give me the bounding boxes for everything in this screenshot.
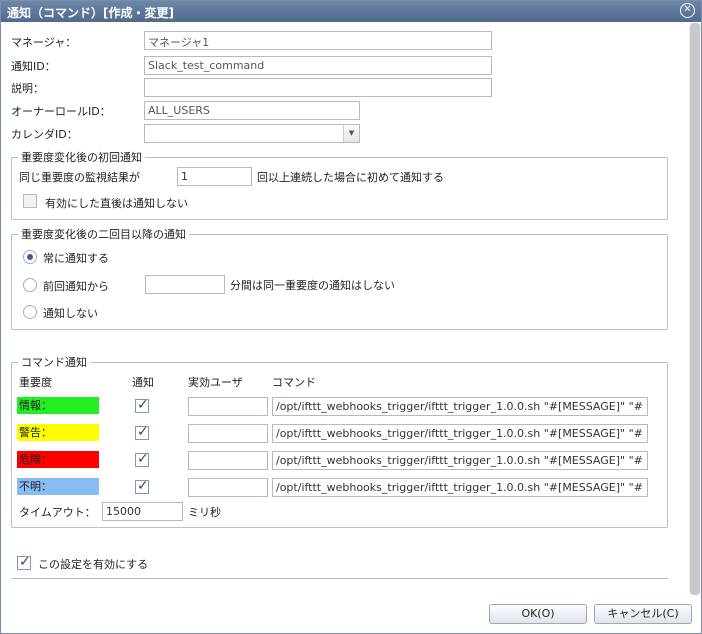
user-header: 実効ユーザ <box>188 376 243 389</box>
severity-info: 情報： <box>17 397 99 414</box>
command-info-input[interactable]: /opt/ifttt_webhooks_trigger/ifttt_trigge… <box>272 397 648 416</box>
no-notify-after-enable-label: 有効にした直後は通知しない <box>45 197 188 210</box>
notify-id-field: Slack_test_command <box>144 56 492 75</box>
notify-unknown-checkbox[interactable]: ✓ <box>135 478 149 494</box>
command-critical-input[interactable]: /opt/ifttt_webhooks_trigger/ifttt_trigge… <box>272 451 648 470</box>
divider <box>11 578 668 579</box>
severity-warning: 警告： <box>17 424 99 441</box>
manager-label: マネージャ： <box>11 36 77 49</box>
no-notify-after-enable-checkbox[interactable] <box>23 194 37 208</box>
notify-info-checkbox[interactable]: ✓ <box>135 397 149 413</box>
checkmark-icon: ✓ <box>137 451 149 467</box>
command-unknown-input[interactable]: /opt/ifttt_webhooks_trigger/ifttt_trigge… <box>272 478 648 497</box>
description-input[interactable] <box>144 78 492 97</box>
checkmark-icon: ✓ <box>19 554 31 570</box>
always-notify-label: 常に通知する <box>43 252 109 265</box>
always-notify-radio[interactable] <box>23 250 37 264</box>
notify-command-dialog: 通知（コマンド）[作成・変更] ✕ マネージャ： マネージャ1 通知ID： Sl… <box>0 0 702 634</box>
notify-header: 通知 <box>132 376 154 389</box>
minutes-suffix-label: 分間は同一重要度の通知はしない <box>230 279 395 292</box>
checkmark-icon: ✓ <box>137 424 149 440</box>
second-notify-legend: 重要度変化後の二回目以降の通知 <box>21 228 186 241</box>
count-input[interactable]: 1 <box>177 167 252 186</box>
chevron-down-icon[interactable]: ▼ <box>343 125 359 142</box>
notify-id-label: 通知ID： <box>11 60 56 73</box>
since-last-radio[interactable] <box>23 278 37 292</box>
user-critical-input[interactable] <box>188 451 268 470</box>
user-unknown-input[interactable] <box>188 478 268 497</box>
user-info-input[interactable] <box>188 397 268 416</box>
manager-field: マネージャ1 <box>144 31 492 50</box>
title-bar: 通知（コマンド）[作成・変更] ✕ <box>1 1 701 22</box>
since-last-label: 前回通知から <box>43 280 109 293</box>
command-notify-legend: コマンド通知 <box>21 356 87 369</box>
cancel-button[interactable]: キャンセル(C) <box>594 604 692 624</box>
owner-role-label: オーナーロールID： <box>11 105 111 118</box>
enable-label: この設定を有効にする <box>38 558 149 571</box>
description-label: 説明： <box>11 82 44 95</box>
notify-critical-checkbox[interactable]: ✓ <box>135 451 149 467</box>
command-header: コマンド <box>272 376 316 389</box>
window-title: 通知（コマンド）[作成・変更] <box>7 6 174 20</box>
calendar-select[interactable]: ▼ <box>144 124 360 143</box>
scrollbar-thumb[interactable] <box>690 23 700 595</box>
timeout-unit-label: ミリ秒 <box>188 506 221 519</box>
never-notify-radio[interactable] <box>23 305 37 319</box>
command-warning-input[interactable]: /opt/ifttt_webhooks_trigger/ifttt_trigge… <box>272 424 648 443</box>
enable-checkbox[interactable]: ✓ <box>17 554 31 570</box>
calendar-label: カレンダID： <box>11 128 78 141</box>
count-suffix-label: 回以上連続した場合に初めて通知する <box>257 171 444 184</box>
timeout-label: タイムアウト： <box>19 506 96 519</box>
first-notify-legend: 重要度変化後の初回通知 <box>21 151 142 164</box>
never-notify-label: 通知しない <box>43 307 98 320</box>
ok-button[interactable]: OK(O) <box>489 604 587 624</box>
severity-critical: 危険： <box>17 451 99 468</box>
timeout-input[interactable]: 15000 <box>102 502 183 521</box>
owner-role-field: ALL_USERS <box>144 101 360 120</box>
severity-header: 重要度 <box>19 376 52 389</box>
checkmark-icon: ✓ <box>137 478 149 494</box>
notify-warning-checkbox[interactable]: ✓ <box>135 424 149 440</box>
vertical-scrollbar[interactable] <box>689 23 701 595</box>
minutes-input[interactable] <box>145 275 225 294</box>
close-icon[interactable]: ✕ <box>680 3 695 18</box>
severity-unknown: 不明： <box>17 478 99 495</box>
checkmark-icon: ✓ <box>137 397 149 413</box>
same-result-label: 同じ重要度の監視結果が <box>19 171 140 184</box>
user-warning-input[interactable] <box>188 424 268 443</box>
